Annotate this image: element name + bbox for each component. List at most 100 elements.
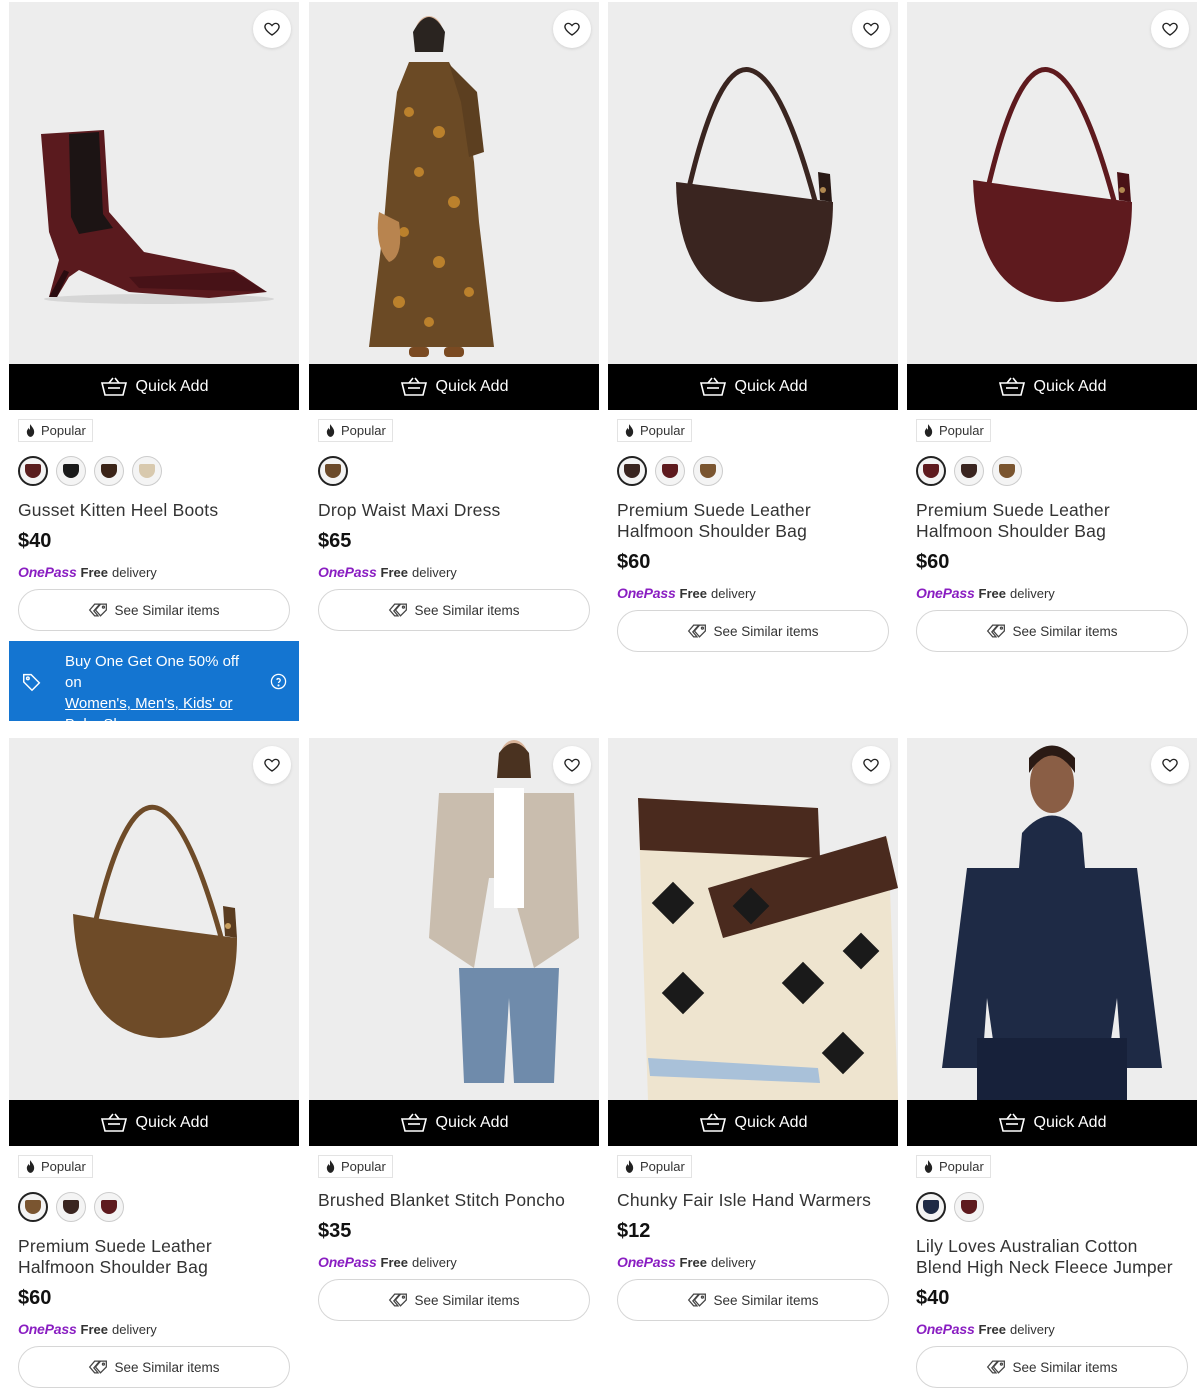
color-swatch[interactable] bbox=[617, 456, 647, 486]
product-card[interactable]: Quick Add Popular Premium Suede Leather … bbox=[608, 2, 898, 652]
popular-badge: Popular bbox=[916, 1155, 991, 1178]
swatch-thumbnail bbox=[25, 1200, 41, 1214]
color-swatch[interactable] bbox=[693, 456, 723, 486]
color-swatch[interactable] bbox=[18, 456, 48, 486]
product-image[interactable] bbox=[309, 2, 599, 364]
delivery-info: OnePass Free delivery bbox=[617, 585, 889, 601]
color-swatch[interactable] bbox=[18, 1192, 48, 1222]
product-title[interactable]: Drop Waist Maxi Dress bbox=[318, 500, 590, 521]
product-card[interactable]: Quick Add Popular Lily Loves Australian … bbox=[907, 738, 1197, 1388]
product-title[interactable]: Premium Suede Leather Halfmoon Shoulder … bbox=[916, 500, 1188, 542]
see-similar-button[interactable]: See Similar items bbox=[617, 1279, 889, 1321]
product-title[interactable]: Chunky Fair Isle Hand Warmers bbox=[617, 1190, 889, 1211]
onepass-logo: OnePass bbox=[916, 1321, 975, 1337]
product-card[interactable]: Quick Add Popular Brushed Blanket Stitch… bbox=[309, 738, 599, 1321]
see-similar-label: See Similar items bbox=[1012, 1359, 1118, 1375]
product-image[interactable] bbox=[9, 738, 299, 1100]
wishlist-button[interactable] bbox=[553, 746, 591, 784]
burgundy-ankle-boot bbox=[9, 2, 299, 364]
promo-shoes-link[interactable]: Women's, Men's, Kids' or Baby Shoes bbox=[65, 695, 233, 733]
swatch-thumbnail bbox=[139, 464, 155, 478]
free-label: Free bbox=[679, 585, 707, 601]
quick-add-button[interactable]: Quick Add bbox=[9, 1100, 299, 1146]
flame-icon bbox=[26, 1160, 35, 1173]
quick-add-button[interactable]: Quick Add bbox=[907, 364, 1197, 410]
navy-fleece-jumper bbox=[907, 738, 1197, 1100]
product-image[interactable] bbox=[907, 2, 1197, 364]
wishlist-button[interactable] bbox=[852, 746, 890, 784]
see-similar-button[interactable]: See Similar items bbox=[18, 1346, 290, 1388]
quick-add-button[interactable]: Quick Add bbox=[608, 1100, 898, 1146]
color-swatch[interactable] bbox=[916, 456, 946, 486]
color-swatch[interactable] bbox=[56, 1192, 86, 1222]
see-similar-label: See Similar items bbox=[1012, 623, 1118, 639]
color-swatch[interactable] bbox=[992, 456, 1022, 486]
product-info: Popular Lily Loves Australian Cotton Ble… bbox=[907, 1146, 1197, 1388]
burgundy-suede-bag bbox=[907, 2, 1197, 364]
product-info: Popular Gusset Kitten Heel Boots $40 One… bbox=[9, 410, 299, 631]
promo-text: Buy One Get One 50% off on Women's, Men'… bbox=[55, 651, 258, 735]
promo-banner[interactable]: Buy One Get One 50% off on Women's, Men'… bbox=[9, 641, 299, 733]
product-card[interactable]: Quick Add Popular Chunky Fair Isle Hand … bbox=[608, 738, 898, 1321]
color-swatch[interactable] bbox=[56, 456, 86, 486]
delivery-info: OnePass Free delivery bbox=[916, 1321, 1188, 1337]
color-swatch[interactable] bbox=[954, 1192, 984, 1222]
see-similar-button[interactable]: See Similar items bbox=[318, 589, 590, 631]
quick-add-button[interactable]: Quick Add bbox=[309, 364, 599, 410]
quick-add-button[interactable]: Quick Add bbox=[309, 1100, 599, 1146]
product-title[interactable]: Brushed Blanket Stitch Poncho bbox=[318, 1190, 590, 1211]
fair-isle-hand-warmers bbox=[608, 738, 898, 1100]
product-card[interactable]: Quick Add Popular Drop Waist Maxi Dress … bbox=[309, 2, 599, 631]
help-icon[interactable] bbox=[270, 673, 287, 690]
color-swatches bbox=[617, 456, 889, 488]
see-similar-button[interactable]: See Similar items bbox=[617, 610, 889, 652]
free-label: Free bbox=[80, 1321, 108, 1337]
wishlist-button[interactable] bbox=[1151, 746, 1189, 784]
flame-icon bbox=[26, 424, 35, 437]
color-swatch[interactable] bbox=[318, 456, 348, 486]
see-similar-button[interactable]: See Similar items bbox=[916, 1346, 1188, 1388]
heart-icon bbox=[863, 22, 879, 36]
wishlist-button[interactable] bbox=[253, 746, 291, 784]
product-price: $65 bbox=[318, 530, 352, 552]
product-title[interactable]: Premium Suede Leather Halfmoon Shoulder … bbox=[617, 500, 889, 542]
quick-add-button[interactable]: Quick Add bbox=[608, 364, 898, 410]
color-swatch[interactable] bbox=[916, 1192, 946, 1222]
wishlist-button[interactable] bbox=[1151, 10, 1189, 48]
see-similar-button[interactable]: See Similar items bbox=[916, 610, 1188, 652]
heart-icon bbox=[264, 758, 280, 772]
color-swatch[interactable] bbox=[655, 456, 685, 486]
wishlist-button[interactable] bbox=[553, 10, 591, 48]
basket-icon bbox=[400, 377, 427, 396]
color-swatch[interactable] bbox=[94, 1192, 124, 1222]
product-info: Popular Brushed Blanket Stitch Poncho $3… bbox=[309, 1146, 599, 1321]
product-image[interactable] bbox=[608, 738, 898, 1100]
product-image[interactable] bbox=[9, 2, 299, 364]
onepass-logo: OnePass bbox=[318, 564, 377, 580]
color-swatch[interactable] bbox=[954, 456, 984, 486]
product-image[interactable] bbox=[309, 738, 599, 1100]
popular-badge-label: Popular bbox=[640, 1159, 685, 1174]
product-card[interactable]: Quick Add Popular Premium Suede Leather … bbox=[9, 738, 299, 1388]
product-card[interactable]: Quick Add Popular Gusset Kitten Heel Boo… bbox=[9, 2, 299, 631]
see-similar-button[interactable]: See Similar items bbox=[318, 1279, 590, 1321]
wishlist-button[interactable] bbox=[253, 10, 291, 48]
see-similar-button[interactable]: See Similar items bbox=[18, 589, 290, 631]
quick-add-button[interactable]: Quick Add bbox=[9, 364, 299, 410]
color-swatch[interactable] bbox=[94, 456, 124, 486]
product-title[interactable]: Gusset Kitten Heel Boots bbox=[18, 500, 290, 521]
delivery-label: delivery bbox=[1010, 1321, 1055, 1337]
product-image[interactable] bbox=[608, 2, 898, 364]
product-card[interactable]: Quick Add Popular Premium Suede Leather … bbox=[907, 2, 1197, 652]
quick-add-button[interactable]: Quick Add bbox=[907, 1100, 1197, 1146]
product-title[interactable]: Premium Suede Leather Halfmoon Shoulder … bbox=[18, 1236, 290, 1278]
wishlist-button[interactable] bbox=[852, 10, 890, 48]
popular-badge-label: Popular bbox=[41, 423, 86, 438]
product-image[interactable] bbox=[907, 738, 1197, 1100]
popular-badge: Popular bbox=[318, 419, 393, 442]
product-title[interactable]: Lily Loves Australian Cotton Blend High … bbox=[916, 1236, 1188, 1278]
quick-add-label: Quick Add bbox=[1033, 1114, 1107, 1131]
color-swatches bbox=[916, 1192, 1188, 1224]
price-tag-icon bbox=[23, 673, 41, 692]
color-swatch[interactable] bbox=[132, 456, 162, 486]
